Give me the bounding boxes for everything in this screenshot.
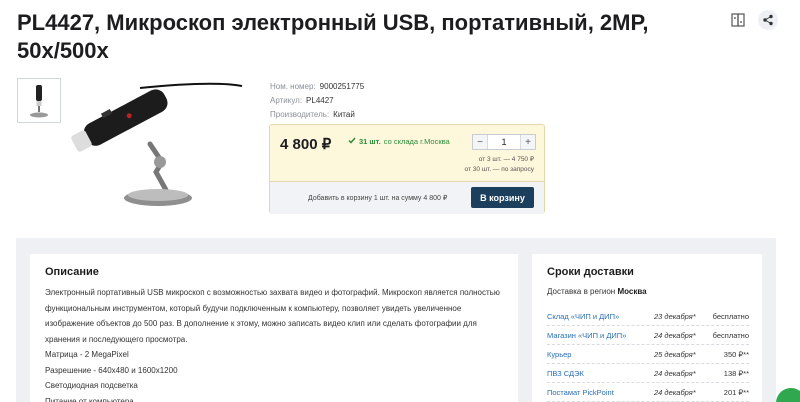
spec-row-article: Артикул: PL4427 [270, 94, 364, 108]
add-to-cart-button[interactable]: В корзину [471, 187, 534, 208]
delivery-row: Склад «ЧИП и ДИП» 23 декабря* бесплатно [547, 307, 749, 326]
delivery-date: 24 декабря* [654, 387, 696, 397]
delivery-region-label: Доставка в регион [547, 287, 616, 296]
delivery-table: Склад «ЧИП и ДИП» 23 декабря* бесплатно … [547, 307, 749, 402]
top-actions [728, 10, 778, 30]
spec-value: PL4427 [306, 96, 334, 105]
delivery-cost: 350 ₽** [723, 349, 749, 359]
spec-row-manufacturer: Производитель: Китай [270, 108, 364, 122]
price-tier: от 30 шт. — по запросу [464, 166, 534, 173]
delivery-cost: 201 ₽** [723, 387, 749, 397]
spec-value: Китай [333, 110, 355, 119]
price: 4 800 ₽ [280, 136, 332, 153]
quantity-stepper: − 1 + [472, 134, 536, 150]
delivery-card: Сроки доставки Доставка в регион Москва … [532, 254, 762, 402]
delivery-method-link[interactable]: Постамат PickPoint [547, 388, 654, 397]
product-main-image[interactable] [70, 72, 250, 222]
add-to-cart-summary: Добавить в корзину 1 шт. на сумму 4 800 … [308, 195, 448, 202]
spec-label: Артикул: [270, 96, 303, 105]
delivery-heading: Сроки доставки [547, 266, 634, 278]
delivery-cost: 138 ₽** [723, 368, 749, 378]
delivery-row: Курьер 25 декабря* 350 ₽** [547, 345, 749, 364]
delivery-date: 23 декабря* [654, 311, 696, 321]
description-card: Описание Электронный портативный USB мик… [30, 254, 518, 402]
increment-button[interactable]: + [521, 135, 535, 149]
description-paragraph: Электронный портативный USB микроскоп с … [45, 288, 500, 344]
price-tier: от 3 шт. — 4 750 ₽ [478, 156, 534, 163]
check-icon [348, 137, 356, 146]
delivery-region: Доставка в регион Москва [547, 287, 647, 296]
buy-box: 4 800 ₽ 31 шт. со склада г.Москва − 1 + … [269, 124, 545, 214]
product-title: PL4427, Микроскоп электронный USB, порта… [17, 10, 649, 63]
description-line: Разрешение - 640x480 и 1600x1200 [45, 365, 178, 375]
delivery-method-link[interactable]: ПВЗ СДЭК [547, 369, 654, 378]
spec-label: Ном. номер: [270, 82, 316, 91]
share-icon[interactable] [758, 10, 778, 30]
delivery-method-link[interactable]: Магазин «ЧИП и ДИП» [547, 331, 654, 340]
delivery-cost: бесплатно [712, 330, 749, 340]
stock-info: 31 шт. со склада г.Москва [348, 137, 450, 146]
spec-label: Производитель: [270, 110, 330, 119]
spec-row-nom: Ном. номер: 9000251775 [270, 80, 364, 94]
delivery-cost: бесплатно [712, 311, 749, 321]
spec-value: 9000251775 [319, 82, 365, 91]
delivery-row: Постамат PickPoint 24 декабря* 201 ₽** [547, 383, 749, 402]
description-line: Матрица - 2 MegaPixel [45, 350, 129, 359]
delivery-date: 24 декабря* [654, 368, 696, 378]
delivery-date: 25 декабря* [654, 349, 696, 359]
delivery-row: Магазин «ЧИП и ДИП» 24 декабря* бесплатн… [547, 326, 749, 345]
description-line: Светодиодная подсветка [45, 381, 138, 390]
buy-box-footer: Добавить в корзину 1 шт. на сумму 4 800 … [270, 181, 544, 214]
delivery-row: ПВЗ СДЭК 24 декабря* 138 ₽** [547, 364, 749, 383]
product-specs: Ном. номер: 9000251775 Артикул: PL4427 П… [270, 80, 364, 122]
delivery-method-link[interactable]: Склад «ЧИП и ДИП» [547, 312, 654, 321]
stock-count: 31 шт. [359, 137, 381, 146]
product-thumbnail[interactable] [17, 78, 61, 123]
delivery-method-link[interactable]: Курьер [547, 350, 654, 359]
price-tiers: от 3 шт. — 4 750 ₽ от 30 шт. — по запрос… [465, 155, 534, 175]
delivery-date: 24 декабря* [654, 330, 696, 340]
description-text: Электронный портативный USB микроскоп с … [45, 285, 505, 402]
description-heading: Описание [45, 266, 99, 278]
compare-icon[interactable] [728, 10, 748, 30]
quantity-input[interactable]: 1 [487, 135, 521, 149]
chat-widget-button[interactable] [776, 388, 800, 402]
decrement-button[interactable]: − [473, 135, 487, 149]
stock-location[interactable]: со склада г.Москва [384, 137, 450, 146]
delivery-region-value[interactable]: Москва [617, 287, 646, 296]
description-line: Питание от компьютера [45, 396, 134, 402]
